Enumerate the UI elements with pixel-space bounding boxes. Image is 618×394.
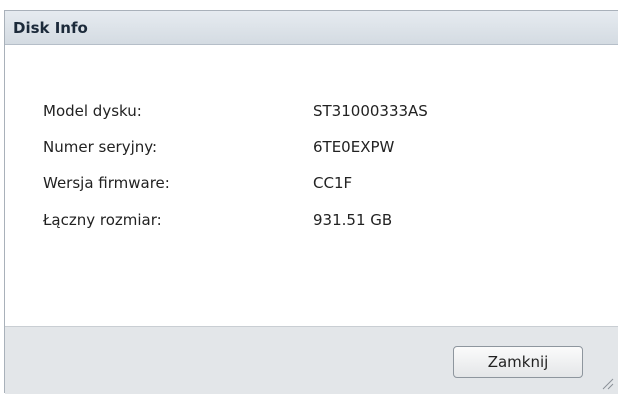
info-label: Numer seryjny:	[43, 138, 158, 156]
info-value: 931.51 GB	[313, 211, 393, 229]
info-value: 6TE0EXPW	[313, 138, 395, 156]
resize-grip-icon[interactable]	[600, 376, 614, 390]
info-row-total-size: Łączny rozmiar: 931.51 GB	[43, 211, 603, 233]
dialog-title: Disk Info	[13, 19, 88, 37]
info-label: Wersja firmware:	[43, 174, 170, 192]
info-value: ST31000333AS	[313, 102, 428, 120]
dialog-title-bar[interactable]: Disk Info	[5, 11, 618, 45]
close-button[interactable]: Zamknij	[453, 346, 583, 378]
info-label: Model dysku:	[43, 102, 142, 120]
info-row-firmware: Wersja firmware: CC1F	[43, 174, 603, 196]
info-row-model: Model dysku: ST31000333AS	[43, 102, 603, 124]
disk-info-panel: Model dysku: ST31000333AS Numer seryjny:…	[5, 45, 618, 325]
disk-info-dialog: Disk Info Model dysku: ST31000333AS Nume…	[4, 10, 618, 394]
info-value: CC1F	[313, 174, 353, 192]
info-row-serial: Numer seryjny: 6TE0EXPW	[43, 138, 603, 160]
info-label: Łączny rozmiar:	[43, 211, 162, 229]
dialog-footer: Zamknij	[5, 326, 618, 394]
